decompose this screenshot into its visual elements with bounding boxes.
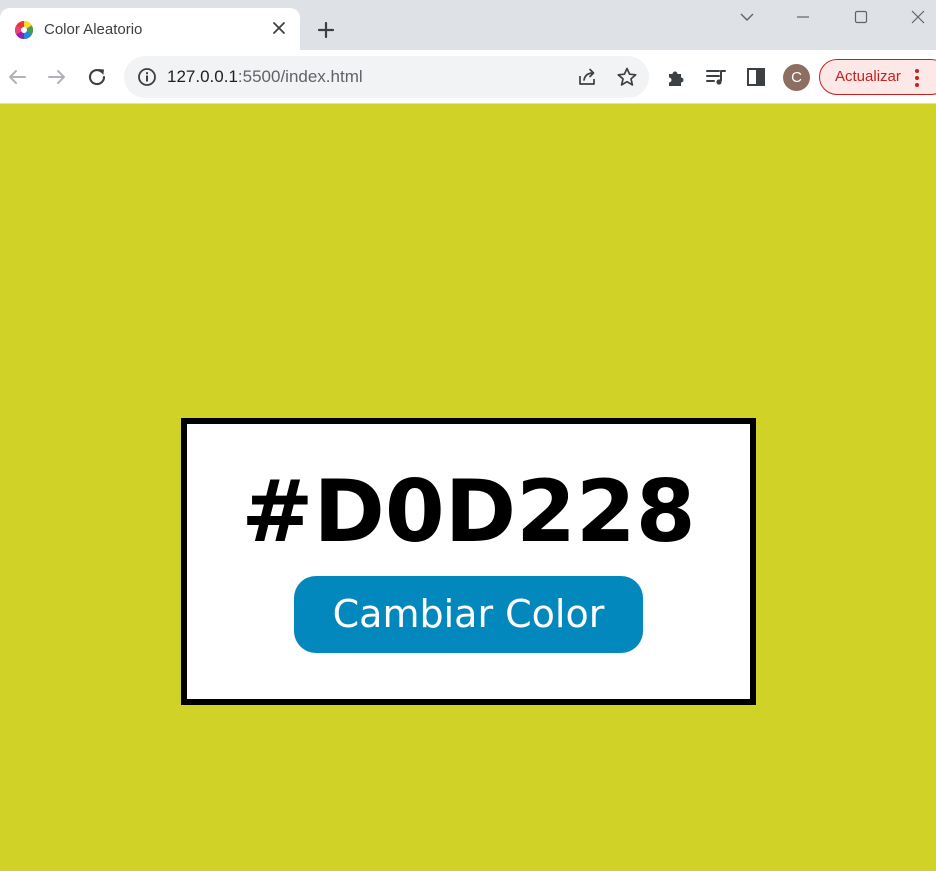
profile-avatar[interactable]: C: [783, 64, 810, 91]
color-wheel-favicon-icon: [14, 20, 34, 40]
back-arrow-icon[interactable]: [5, 65, 29, 89]
color-card: #D0D228 Cambiar Color: [181, 418, 756, 705]
minimize-icon[interactable]: [790, 6, 816, 28]
page-viewport: #D0D228 Cambiar Color: [0, 104, 936, 871]
reload-icon[interactable]: [85, 65, 109, 89]
hex-code-label: #D0D228: [241, 462, 696, 562]
star-icon[interactable]: [616, 66, 638, 88]
share-icon[interactable]: [576, 66, 598, 88]
url-path: :5500/index.html: [237, 67, 363, 86]
media-queue-icon[interactable]: [704, 65, 728, 89]
side-panel-icon[interactable]: [744, 65, 768, 89]
chevron-down-icon[interactable]: [734, 6, 760, 28]
update-button-label: Actualizar: [835, 68, 901, 85]
address-url[interactable]: 127.0.0.1:5500/index.html: [167, 67, 363, 87]
info-icon[interactable]: [137, 67, 157, 87]
plus-icon[interactable]: [314, 18, 338, 42]
tab-strip: Color Aleatorio: [0, 0, 936, 50]
forward-arrow-icon[interactable]: [45, 65, 69, 89]
url-host: 127.0.0.1: [167, 67, 238, 86]
maximize-icon[interactable]: [848, 6, 874, 28]
tab-color-aleatorio[interactable]: Color Aleatorio: [0, 8, 300, 50]
close-window-icon[interactable]: [905, 6, 931, 28]
tab-title: Color Aleatorio: [44, 21, 143, 38]
puzzle-extensions-icon[interactable]: [664, 65, 688, 89]
update-button[interactable]: Actualizar: [819, 59, 936, 95]
browser-toolbar: 127.0.0.1:5500/index.html C Actualizar: [0, 50, 936, 104]
address-bar[interactable]: 127.0.0.1:5500/index.html: [124, 56, 649, 98]
change-color-button[interactable]: Cambiar Color: [294, 576, 643, 653]
close-icon[interactable]: [268, 17, 290, 39]
kebab-menu-icon[interactable]: [914, 68, 920, 88]
